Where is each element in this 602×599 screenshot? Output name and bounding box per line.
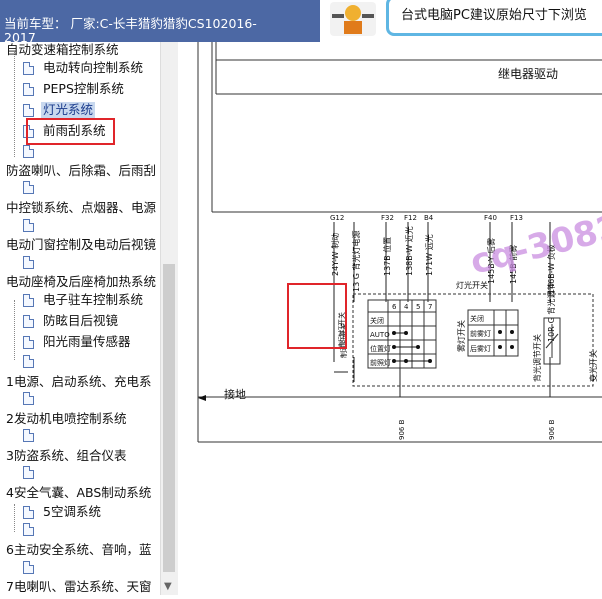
tree-guide-line — [14, 300, 15, 360]
scroll-down-icon[interactable]: ▼ — [164, 581, 172, 592]
tree-item-ac[interactable]: 5空调系统 — [43, 504, 101, 520]
browse-tip-text: 台式电脑PC建议原始尺寸下浏览 — [401, 8, 587, 23]
wire-label: 138B-W 近光 — [404, 226, 414, 276]
fog-switch-table: 雾灯开关 关闭 前雾灯 后雾灯 — [456, 309, 519, 357]
wire-label: 137B 位置 — [382, 237, 392, 276]
wire-label: 13 G 背光灯电源 — [351, 231, 361, 292]
document-icon — [23, 145, 34, 158]
fog-switch-label: 雾灯开关 — [456, 320, 466, 352]
document-icon — [23, 315, 34, 328]
document-icon — [23, 523, 34, 536]
current-model-label: 当前车型： 厂家:C-长丰猎豹猎豹CS102016- — [4, 16, 257, 31]
tree-guide-line — [14, 504, 15, 532]
document-icon — [23, 429, 34, 442]
pin-label: B4 — [424, 214, 434, 222]
highlight-box — [26, 118, 115, 145]
wire-label: 制动灯开关 — [337, 312, 346, 347]
ground-label: 接地 — [224, 388, 246, 401]
document-icon — [23, 219, 34, 232]
wire-label: 171W 远光 — [424, 234, 434, 276]
tree-folder-central-lock[interactable]: 中控锁系统、点烟器、电源 — [6, 200, 156, 216]
document-icon — [23, 392, 34, 405]
wire-label: 10R-G 背光调节 — [546, 283, 556, 342]
tree-scrollbar[interactable]: ▼ — [160, 42, 178, 595]
switch-row: AUTO — [370, 331, 390, 339]
relay-drive-label: 继电器驱动 — [498, 67, 558, 81]
ground-pin: 906 B — [398, 419, 406, 440]
ground-pin: 906 B — [548, 419, 556, 440]
tree-item-power-steering[interactable]: 电动转向控制系统 — [43, 60, 143, 76]
scrollbar-thumb[interactable] — [163, 264, 175, 572]
dimmer-edge-label: 变光开关 — [588, 350, 598, 382]
browse-tip-box: 台式电脑PC建议原始尺寸下浏览 — [386, 0, 602, 36]
document-icon — [23, 506, 34, 519]
tree-item-lighting-selected[interactable]: 灯光系统 — [41, 102, 96, 118]
pin-label: F40 — [484, 214, 497, 222]
switch-row: 位置灯 — [370, 344, 391, 353]
tree-folder-horn-radar[interactable]: 7电喇叭、雷达系统、天窗 — [6, 579, 151, 595]
tree-item-rain-sensor[interactable]: 阳光雨量传感器 — [43, 334, 131, 350]
tree-item-epb[interactable]: 电子驻车控制系统 — [43, 292, 143, 308]
light-switch-label: 灯光开关 — [456, 280, 488, 290]
title-bar: 当前车型： 厂家:C-长丰猎豹猎豹CS102016- 2017 — [0, 0, 320, 44]
document-icon — [23, 256, 34, 269]
mascot-icon — [330, 2, 376, 36]
tree-folder-engine-efi[interactable]: 2发动机电喷控制系统 — [6, 411, 126, 427]
document-icon — [23, 294, 34, 307]
wiring-diagram: 继电器驱动 G12 F32 F12 B4 F40 F13 24Y-W 制动 13… — [178, 42, 602, 595]
document-icon — [23, 83, 34, 96]
document-icon — [23, 355, 34, 368]
switch-col: 7 — [428, 303, 432, 311]
switch-col: 4 — [404, 303, 409, 311]
pin-label: F32 — [381, 214, 394, 222]
fog-row: 关闭 — [470, 314, 484, 323]
tree-folder-transmission[interactable]: 自动变速箱控制系统 — [6, 42, 119, 58]
pin-label: F12 — [404, 214, 417, 222]
tree-folder-active-safety[interactable]: 6主动安全系统、音响，蓝 — [6, 542, 151, 558]
browse-tip-banner: 台式电脑PC建议原始尺寸下浏览 — [320, 0, 602, 42]
tree-folder-power-start[interactable]: 1电源、启动系统、充电系 — [6, 374, 151, 390]
pin-label: G12 — [330, 214, 344, 222]
switch-col: 6 — [392, 303, 397, 311]
tree-folder-airbag-abs[interactable]: 4安全气囊、ABS制动系统 — [6, 485, 151, 501]
light-switch-table: 6 4 5 7 关闭 AUTO 位置灯 前照灯 — [367, 299, 437, 369]
tree-folder-power-window[interactable]: 电动门窗控制及电动后视镜 — [6, 237, 156, 253]
switch-row: 前照灯 — [370, 358, 391, 367]
document-icon — [23, 466, 34, 479]
tree-folder-power-seat[interactable]: 电动座椅及后座椅加热系统 — [6, 274, 156, 290]
tree-item-anti-glare-mirror[interactable]: 防眩目后视镜 — [43, 313, 118, 329]
tree-folder-antitheft-cluster[interactable]: 3防盗系统、组合仪表 — [6, 448, 126, 464]
switch-row: 关闭 — [370, 316, 384, 325]
fog-row: 后雾灯 — [470, 344, 491, 353]
tree-guide-line — [14, 52, 15, 157]
fog-row: 前雾灯 — [470, 329, 491, 338]
wire-label: 24Y-W 制动 — [330, 233, 340, 276]
document-icon — [23, 336, 34, 349]
document-icon — [23, 561, 34, 574]
document-icon — [23, 181, 34, 194]
document-icon — [23, 62, 34, 75]
tree-item-peps[interactable]: PEPS控制系统 — [43, 81, 124, 97]
pin-label: F13 — [510, 214, 523, 222]
tree-folder-alarm-horn[interactable]: 防盗喇叭、后除霜、后雨刮 — [6, 163, 156, 179]
document-icon — [23, 104, 34, 117]
switch-col: 5 — [416, 303, 420, 311]
dimmer-switch-label: 背光调节开关 — [532, 334, 542, 382]
